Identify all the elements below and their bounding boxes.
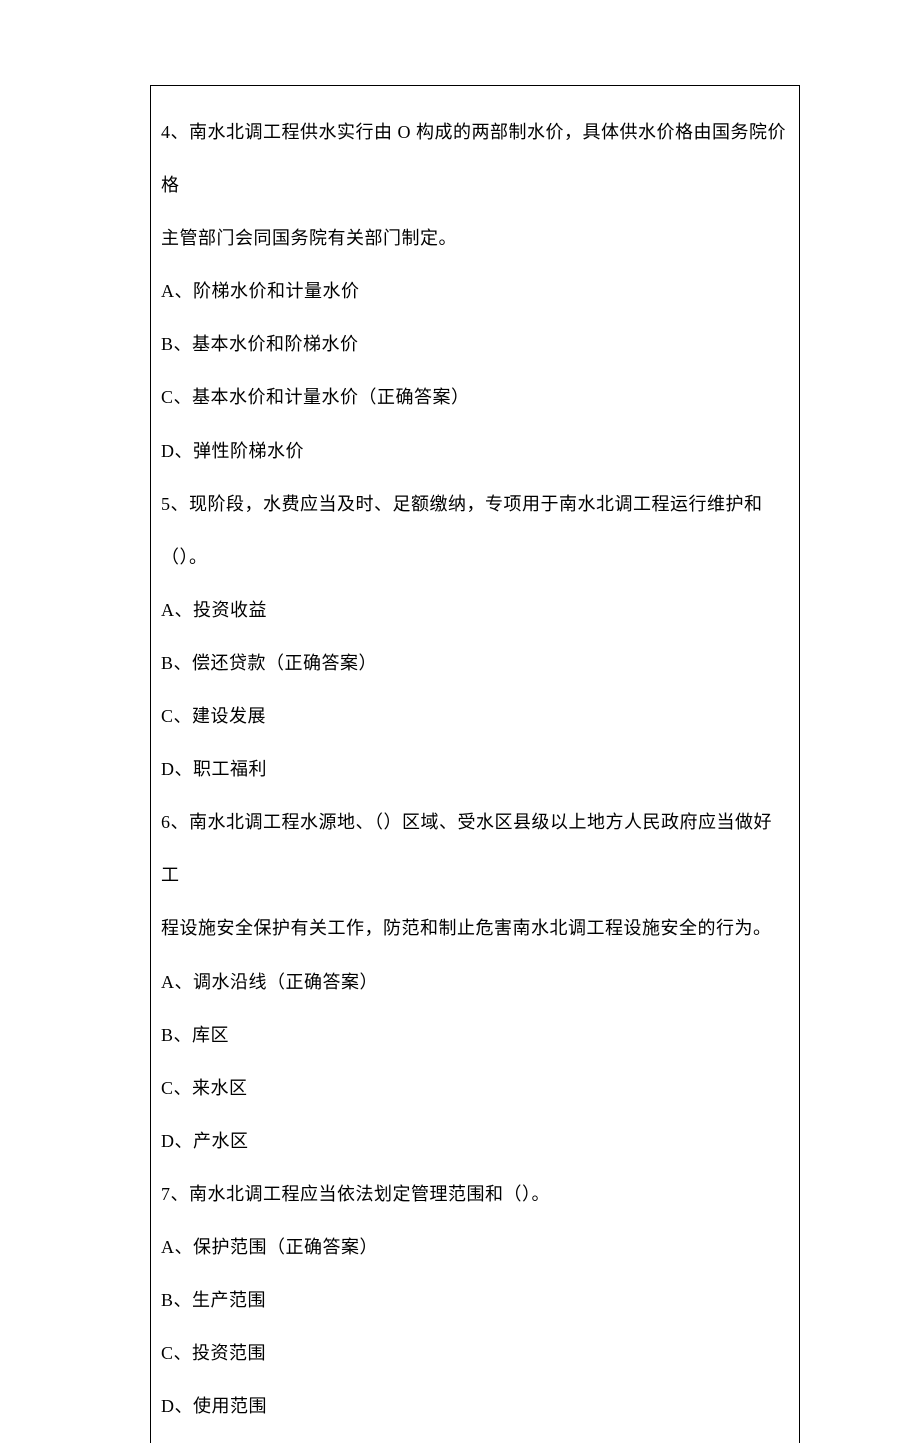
text-line: C、基本水价和计量水价（正确答案） bbox=[161, 371, 789, 424]
text-line: 主管部门会同国务院有关部门制定。 bbox=[161, 212, 789, 265]
text-line: D、产水区 bbox=[161, 1115, 789, 1168]
text-line: B、偿还贷款（正确答案） bbox=[161, 637, 789, 690]
text-line: 4、南水北调工程供水实行由 O 构成的两部制水价，具体供水价格由国务院价格 bbox=[161, 106, 789, 212]
text-line: 6、南水北调工程水源地、（）区域、受水区县级以上地方人民政府应当做好工 bbox=[161, 796, 789, 902]
text-line: C、投资范围 bbox=[161, 1327, 789, 1380]
text-line: B、库区 bbox=[161, 1009, 789, 1062]
text-line: D、职工福利 bbox=[161, 743, 789, 796]
text-line: 程设施安全保护有关工作，防范和制止危害南水北调工程设施安全的行为。 bbox=[161, 902, 789, 955]
text-line: 7、南水北调工程应当依法划定管理范围和（）。 bbox=[161, 1168, 789, 1221]
text-line: D、弹性阶梯水价 bbox=[161, 425, 789, 478]
text-line: A、调水沿线（正确答案） bbox=[161, 956, 789, 1009]
text-line: C、建设发展 bbox=[161, 690, 789, 743]
text-line: A、投资收益 bbox=[161, 584, 789, 637]
document-content-box: 4、南水北调工程供水实行由 O 构成的两部制水价，具体供水价格由国务院价格 主管… bbox=[150, 85, 800, 1443]
text-line: D、使用范围 bbox=[161, 1380, 789, 1433]
text-line: C、来水区 bbox=[161, 1062, 789, 1115]
text-line: 5、现阶段，水费应当及时、足额缴纳，专项用于南水北调工程运行维护和（）。 bbox=[161, 478, 789, 584]
text-line: A、保护范围（正确答案） bbox=[161, 1221, 789, 1274]
text-line: B、基本水价和阶梯水价 bbox=[161, 318, 789, 371]
text-line: A、阶梯水价和计量水价 bbox=[161, 265, 789, 318]
